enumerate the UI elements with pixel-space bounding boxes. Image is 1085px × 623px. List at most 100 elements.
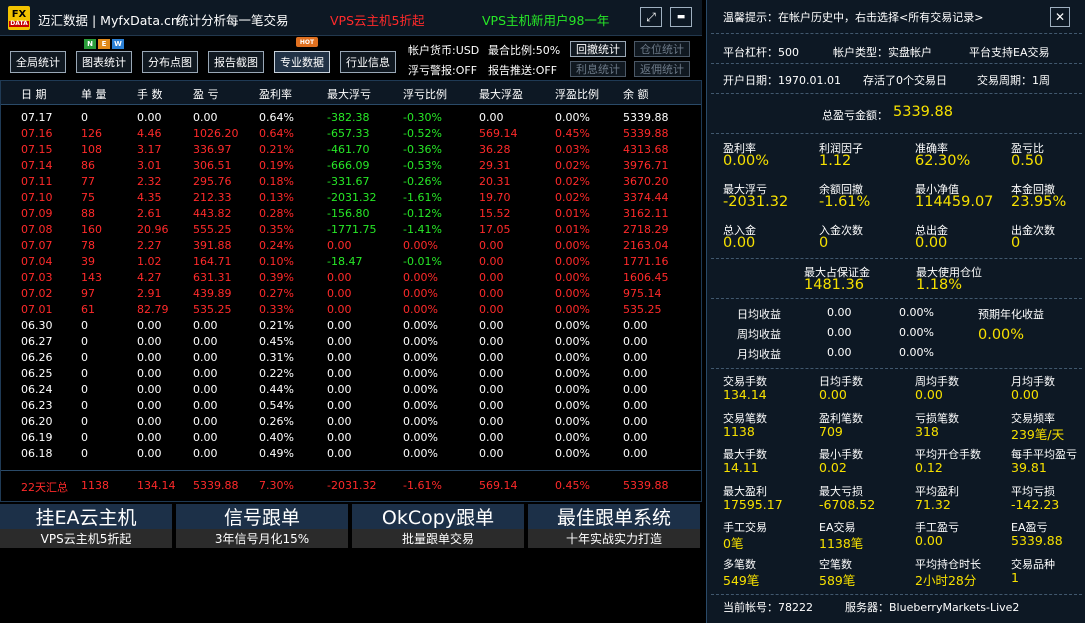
table-row[interactable]: 06.20 0 0.00 0.00 0.26% 0.00 0.00% 0.00 0.00% 0.0… [1, 415, 701, 431]
cell-max-float-profit: 0.00 [479, 447, 504, 460]
cell-balance: 3162.11 [623, 207, 669, 220]
table-row[interactable]: 07.02 97 2.91 439.89 0.27% 0.00 0.00% 0.00 0.00%… [1, 287, 701, 303]
table-row[interactable]: 06.26 0 0.00 0.00 0.31% 0.00 0.00% 0.00 0.00% 0.0… [1, 351, 701, 367]
table-row[interactable]: 06.19 0 0.00 0.00 0.40% 0.00 0.00% 0.00 0.00% 0.0… [1, 431, 701, 447]
promo-vps-link[interactable]: VPS云主机5折起 [330, 10, 424, 29]
table-row[interactable]: 06.27 0 0.00 0.00 0.45% 0.00 0.00% 0.00 0.00% 0.0… [1, 335, 701, 351]
header-max-float-profit[interactable]: 最大浮盈 [479, 86, 523, 102]
table-row[interactable]: 07.10 75 4.35 212.33 0.13% -2031.32 -1.61% 19.7… [1, 191, 701, 207]
cell-max-float-profit: 569.14 [479, 127, 518, 140]
table-header: 日 期 单 量 手 数 盈 亏 盈利率 最大浮亏 浮亏比例 最大浮盈 浮盈比例 余 额 [1, 81, 701, 105]
table-row[interactable]: 07.11 77 2.32 295.76 0.18% -331.67 -0.26% 20.31… [1, 175, 701, 191]
minimize-button[interactable]: ▬ [670, 7, 692, 27]
table-row[interactable]: 06.24 0 0.00 0.00 0.44% 0.00 0.00% 0.00 0.00% 0.0… [1, 383, 701, 399]
cell-profit-rate: 0.31% [259, 351, 294, 364]
metric-value: 0.50 [1011, 153, 1044, 169]
cell-orders: 61 [81, 303, 95, 316]
report-screenshot-button[interactable]: 报告截图 [208, 51, 264, 73]
rebate-stats-button[interactable]: 返佣统计 [634, 61, 690, 77]
table-row[interactable]: 07.07 78 2.27 391.88 0.24% 0.00 0.00% 0.00 0.00%… [1, 239, 701, 255]
app-slogan: 统计分析每一笔交易 [176, 13, 289, 28]
cell-float-profit-ratio: 0.00% [555, 239, 590, 252]
table-row[interactable]: 07.16 126 4.46 1026.20 0.64% -657.33 -0.52% 569… [1, 127, 701, 143]
ad-ea-vps[interactable]: 挂EA云主机 VPS云主机5折起 [0, 504, 172, 548]
metric-value: 709 [819, 423, 843, 439]
distribution-chart-button[interactable]: 分布点图 [142, 51, 198, 73]
cell-profit-rate: 0.64% [259, 111, 294, 124]
resize-icon: ⤢ [646, 9, 656, 24]
chart-stats-button[interactable]: 图表统计 [76, 51, 132, 73]
promo-newuser-link[interactable]: VPS主机新用户98一年 [482, 10, 609, 29]
table-row[interactable]: 07.09 88 2.61 443.82 0.28% -156.80 -0.12% 15.52… [1, 207, 701, 223]
ad-best-copy[interactable]: 最佳跟单系统 十年实战实力打造 [528, 504, 700, 548]
ad-best-copy-title: 最佳跟单系统 [528, 504, 700, 529]
table-row[interactable]: 07.03 143 4.27 631.31 0.39% 0.00 0.00% 0.00 0.00… [1, 271, 701, 287]
cell-lots: 82.79 [137, 303, 169, 316]
global-stats-button[interactable]: 全局统计 [10, 51, 66, 73]
cell-date: 06.25 [21, 367, 53, 380]
divider [711, 594, 1082, 595]
header-balance[interactable]: 余 额 [623, 86, 649, 102]
ad-banner: 挂EA云主机 VPS云主机5折起 信号跟单 3年信号月化15% OkCopy跟单… [0, 504, 702, 548]
table-row[interactable]: 07.01 61 82.79 535.25 0.33% 0.00 0.00% 0.00 0.00… [1, 303, 701, 319]
header-float-loss-ratio[interactable]: 浮亏比例 [403, 86, 447, 102]
header-date[interactable]: 日 期 [21, 86, 47, 102]
table-row[interactable]: 07.08 160 20.96 555.25 0.35% -1771.75 -1.41% 17… [1, 223, 701, 239]
cell-balance: 0.00 [623, 431, 648, 444]
ad-signal-copy[interactable]: 信号跟单 3年信号月化15% [176, 504, 348, 548]
cell-float-loss-ratio: 0.00% [403, 415, 438, 428]
table-row[interactable]: 06.18 0 0.00 0.00 0.49% 0.00 0.00% 0.00 0.00% 0.0… [1, 447, 701, 463]
table-row[interactable]: 07.15 108 3.17 336.97 0.21% -461.70 -0.36% 36.2… [1, 143, 701, 159]
interest-stats-button[interactable]: 利息统计 [570, 61, 626, 77]
cell-orders: 0 [81, 319, 88, 332]
header-pnl[interactable]: 盈 亏 [193, 86, 219, 102]
cell-max-float-profit: 17.05 [479, 223, 511, 236]
ad-okcopy[interactable]: OkCopy跟单 批量跟单交易 [352, 504, 524, 548]
metric-value: 318 [915, 423, 939, 439]
cell-lots: 0.00 [137, 111, 162, 124]
cell-pnl: 535.25 [193, 303, 232, 316]
report-push: 报告推送:OFF [488, 64, 558, 77]
table-row[interactable]: 07.14 86 3.01 306.51 0.19% -666.09 -0.53% 29.31… [1, 159, 701, 175]
cell-orders: 143 [81, 271, 102, 284]
header-profit-rate[interactable]: 盈利率 [259, 86, 292, 102]
cell-date: 06.23 [21, 399, 53, 412]
cell-lots: 0.00 [137, 399, 162, 412]
close-button[interactable]: ✕ [1050, 7, 1070, 27]
cell-orders: 86 [81, 159, 95, 172]
pro-data-button[interactable]: 专业数据 [274, 51, 330, 73]
drawdown-stats-button[interactable]: 回撤统计 [570, 41, 626, 57]
ad-okcopy-sub: 批量跟单交易 [352, 529, 524, 548]
cell-float-loss-ratio: -0.52% [403, 127, 442, 140]
cell-balance: 0.00 [623, 335, 648, 348]
summary-row: 22天汇总 1138 134.14 5339.88 7.30% -2031.32 -1.61… [1, 470, 701, 500]
cell-orders: 78 [81, 239, 95, 252]
header-lots[interactable]: 手 数 [137, 86, 163, 102]
cell-lots: 0.00 [137, 319, 162, 332]
annual-return-value: 0.00% [978, 327, 1025, 343]
cell-orders: 75 [81, 191, 95, 204]
cell-float-loss-ratio: 0.00% [403, 351, 438, 364]
industry-info-button[interactable]: 行业信息 [340, 51, 396, 73]
position-stats-button[interactable]: 仓位统计 [634, 41, 690, 57]
table-row[interactable]: 07.17 0 0.00 0.00 0.64% -382.38 -0.30% 0.00 0.00… [1, 111, 701, 127]
header-orders[interactable]: 单 量 [81, 86, 107, 102]
header-float-profit-ratio[interactable]: 浮盈比例 [555, 86, 599, 102]
resize-button[interactable]: ⤢ [640, 7, 662, 27]
cell-date: 07.17 [21, 111, 53, 124]
cell-max-float-loss: 0.00 [327, 351, 352, 364]
header-max-float-loss[interactable]: 最大浮亏 [327, 86, 371, 102]
cell-float-profit-ratio: 0.01% [555, 223, 590, 236]
table-row[interactable]: 07.04 39 1.02 164.71 0.10% -18.47 -0.01% 0.00 0.… [1, 255, 701, 271]
toolbar: N E W HOT 全局统计 图表统计 分布点图 报告截图 专业数据 行业信息 … [0, 37, 702, 79]
cell-max-float-loss: 0.00 [327, 319, 352, 332]
table-row[interactable]: 06.25 0 0.00 0.00 0.22% 0.00 0.00% 0.00 0.00% 0.0… [1, 367, 701, 383]
cell-float-loss-ratio: 0.00% [403, 287, 438, 300]
metric-value: 0.00 [819, 387, 847, 402]
cell-date: 07.15 [21, 143, 53, 156]
cell-date: 06.30 [21, 319, 53, 332]
cell-float-loss-ratio: -1.41% [403, 223, 442, 236]
table-row[interactable]: 06.30 0 0.00 0.00 0.21% 0.00 0.00% 0.00 0.00% 0.0… [1, 319, 701, 335]
table-row[interactable]: 06.23 0 0.00 0.00 0.54% 0.00 0.00% 0.00 0.00% 0.0… [1, 399, 701, 415]
cell-max-float-profit: 36.28 [479, 143, 511, 156]
